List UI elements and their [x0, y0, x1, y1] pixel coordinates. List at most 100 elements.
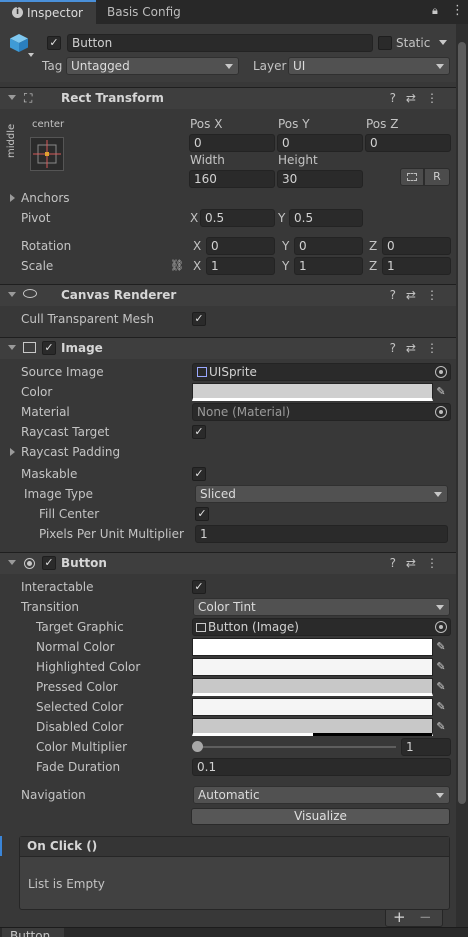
tab-inspector[interactable]: i Inspector	[0, 0, 96, 24]
highlighted-color-swatch[interactable]	[192, 658, 433, 676]
pivot-y-field[interactable]: 0.5	[289, 209, 363, 227]
raycast-padding-label[interactable]: Raycast Padding	[21, 445, 120, 459]
raycast-target-checkbox[interactable]: ✓	[192, 425, 206, 439]
rot-z-field[interactable]: 0	[382, 237, 451, 255]
highlighted-color-label: Highlighted Color	[36, 660, 141, 674]
eyedropper-icon[interactable]: ✎	[434, 640, 448, 654]
scrollbar-thumb[interactable]	[458, 42, 466, 804]
tab-basis-config[interactable]: Basis Config	[96, 0, 196, 24]
pressed-color-label: Pressed Color	[36, 680, 118, 694]
target-graphic-field[interactable]: Button (Image)	[192, 618, 451, 636]
image-title: Image	[61, 341, 103, 355]
interactable-label: Interactable	[21, 580, 94, 594]
navigation-dropdown[interactable]: Automatic	[193, 786, 450, 804]
scale-label: Scale	[21, 259, 54, 273]
active-checkbox[interactable]: ✓	[47, 36, 61, 50]
maskable-checkbox[interactable]: ✓	[192, 467, 206, 481]
color-multiplier-field[interactable]: 1	[401, 738, 451, 756]
pos-y-field[interactable]: 0	[277, 134, 363, 152]
component-help-settings-menu-icons[interactable]: ?⇄⋮	[390, 556, 448, 570]
image-header[interactable]: ✓ Image ?⇄⋮	[0, 337, 456, 359]
rot-x-field[interactable]: 0	[206, 237, 275, 255]
material-picker-icon[interactable]	[435, 406, 447, 418]
constrain-proportions-icon[interactable]: ⛓	[170, 259, 184, 272]
pixels-per-unit-field[interactable]: 1	[195, 525, 448, 543]
rect-transform-title: Rect Transform	[61, 91, 164, 105]
selected-color-swatch[interactable]	[192, 698, 433, 716]
source-image-picker-icon[interactable]	[435, 366, 447, 378]
anchors-fold-icon[interactable]	[10, 194, 15, 202]
visualize-button[interactable]: Visualize	[191, 808, 450, 825]
eyedropper-icon[interactable]: ✎	[434, 700, 448, 714]
image-component-icon	[196, 623, 206, 632]
raycast-padding-fold-icon[interactable]	[10, 448, 15, 456]
color-multiplier-slider-thumb[interactable]	[192, 741, 203, 752]
image-type-value: Sliced	[200, 487, 236, 501]
eyedropper-icon[interactable]: ✎	[434, 680, 448, 694]
pressed-color-swatch[interactable]	[192, 678, 433, 696]
source-image-field[interactable]: UISprite	[192, 363, 451, 381]
cull-transparent-mesh-checkbox[interactable]: ✓	[192, 312, 206, 326]
raw-edit-button[interactable]: R	[424, 168, 450, 186]
component-help-settings-menu-icons[interactable]: ?⇄⋮	[390, 341, 448, 355]
tag-dropdown[interactable]: Untagged	[66, 57, 239, 75]
rect-transform-header[interactable]: ⛶ Rect Transform ?⇄⋮	[0, 87, 456, 109]
component-help-settings-menu-icons[interactable]: ?⇄⋮	[390, 288, 448, 302]
component-help-settings-menu-icons[interactable]: ?⇄⋮	[390, 91, 448, 105]
material-field[interactable]: None (Material)	[192, 403, 451, 421]
remove-listener-button[interactable]: −	[419, 909, 432, 925]
height-field[interactable]: 30	[277, 170, 363, 188]
eyedropper-icon[interactable]: ✎	[434, 720, 448, 734]
add-listener-button[interactable]: +	[393, 909, 406, 925]
anchors-label[interactable]: Anchors	[21, 191, 70, 205]
color-label: Color	[21, 385, 53, 399]
fill-center-checkbox[interactable]: ✓	[195, 507, 209, 521]
object-name-field[interactable]: Button	[67, 34, 373, 52]
maskable-label: Maskable	[21, 467, 78, 481]
scale-y-field[interactable]: 1	[294, 257, 363, 275]
canvas-renderer-header[interactable]: Canvas Renderer ?⇄⋮	[0, 284, 456, 306]
image-enabled-checkbox[interactable]: ✓	[42, 341, 56, 355]
disabled-alpha-bar	[313, 733, 432, 736]
layer-dropdown[interactable]: UI	[288, 57, 450, 75]
blueprint-icon	[407, 173, 417, 181]
pivot-x-field[interactable]: 0.5	[200, 209, 275, 227]
eyedropper-icon[interactable]: ✎	[434, 385, 448, 399]
image-type-dropdown[interactable]: Sliced	[195, 485, 448, 503]
image-type-label: Image Type	[24, 487, 93, 501]
target-graphic-value: Button (Image)	[208, 620, 299, 634]
target-graphic-picker-icon[interactable]	[435, 621, 447, 633]
on-click-title: On Click ()	[27, 839, 98, 853]
button-header[interactable]: ✓ Button ?⇄⋮	[0, 552, 456, 574]
rot-y-field[interactable]: 0	[294, 237, 363, 255]
fold-arrow-icon	[8, 95, 16, 100]
static-dropdown-arrow[interactable]	[439, 40, 447, 45]
pos-z-field[interactable]: 0	[365, 134, 451, 152]
anchor-presets-button[interactable]	[30, 137, 64, 171]
scale-x-field[interactable]: 1	[206, 257, 275, 275]
rot-z-axis-label: Z	[369, 239, 378, 253]
eyedropper-icon[interactable]: ✎	[434, 660, 448, 674]
fill-center-label: Fill Center	[39, 507, 100, 521]
normal-color-swatch[interactable]	[192, 638, 433, 656]
source-image-value: UISprite	[209, 365, 257, 379]
scale-z-field[interactable]: 1	[382, 257, 451, 275]
button-enabled-checkbox[interactable]: ✓	[42, 556, 56, 570]
preview-tab[interactable]: Button	[2, 928, 64, 937]
image-color-swatch[interactable]	[192, 383, 433, 401]
pos-x-field[interactable]: 0	[189, 134, 275, 152]
navigation-value: Automatic	[198, 788, 260, 802]
icon-dropdown-arrow-icon[interactable]	[28, 53, 34, 57]
fold-arrow-icon	[8, 292, 16, 297]
tag-label: Tag	[42, 59, 63, 73]
blueprint-mode-button[interactable]	[400, 168, 424, 186]
tab-menu-icon[interactable]: ⋮	[451, 3, 464, 18]
lock-icon[interactable]: 🔒︎	[432, 4, 438, 18]
fade-duration-field[interactable]: 0.1	[192, 758, 451, 776]
static-checkbox[interactable]	[378, 36, 392, 50]
width-field[interactable]: 160	[189, 170, 275, 188]
interactable-checkbox[interactable]: ✓	[192, 580, 206, 594]
tab-basis-config-label: Basis Config	[107, 5, 181, 19]
transition-dropdown[interactable]: Color Tint	[193, 598, 450, 616]
color-multiplier-slider-track[interactable]	[196, 746, 396, 748]
